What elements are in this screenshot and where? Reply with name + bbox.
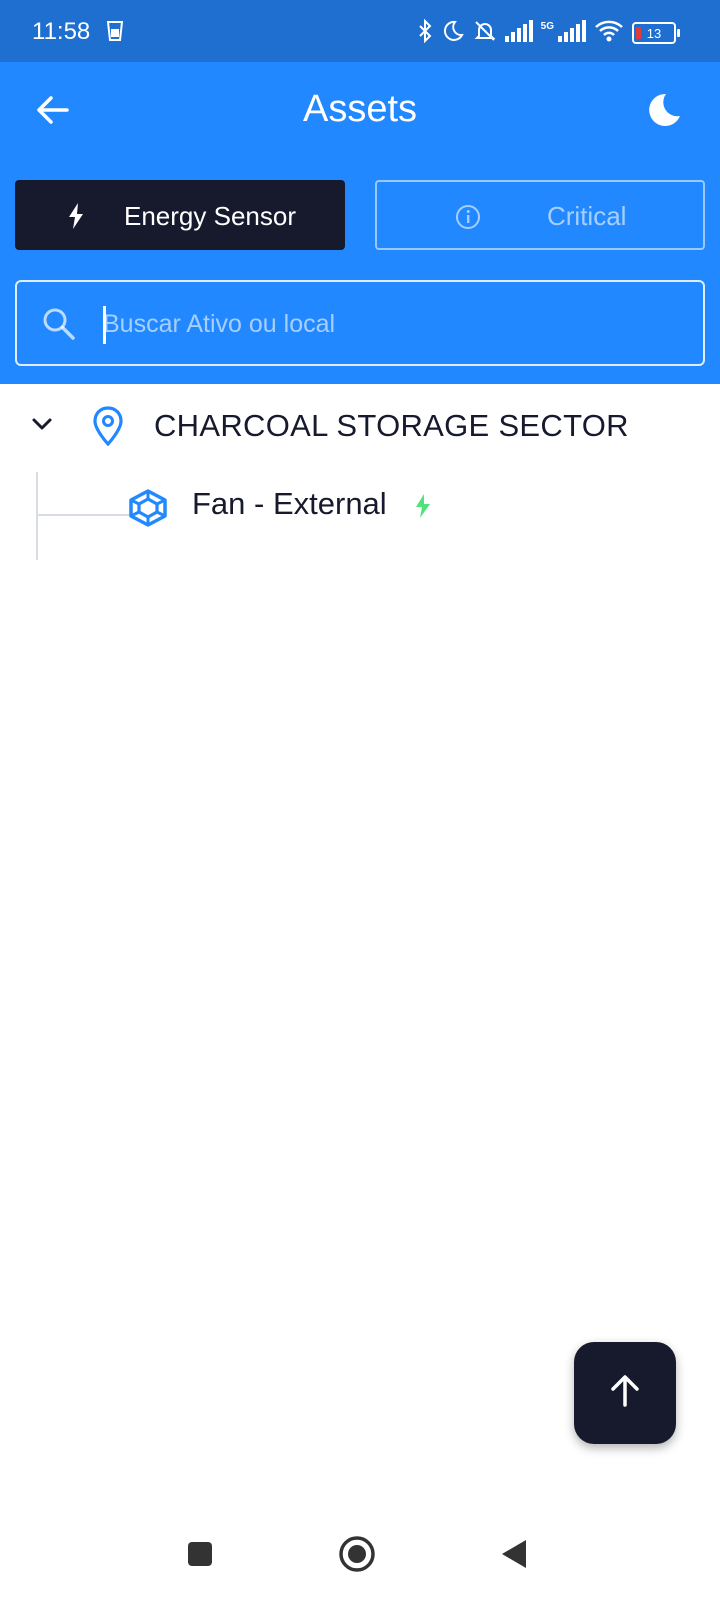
search-icon xyxy=(41,306,77,347)
text-caret xyxy=(103,306,106,344)
battery-level: 13 xyxy=(646,25,662,41)
info-circle-icon xyxy=(455,204,481,237)
tree-connector-horizontal xyxy=(38,514,130,516)
energy-sensor-filter-button[interactable]: Energy Sensor xyxy=(15,180,345,250)
component-icon xyxy=(128,488,168,533)
triangle-back-icon xyxy=(500,1538,528,1575)
search-input[interactable] xyxy=(103,282,683,366)
battery-icon: 13 xyxy=(632,22,680,44)
moon-icon xyxy=(646,92,682,133)
wifi-icon xyxy=(594,19,624,48)
critical-filter-button[interactable]: Critical xyxy=(375,180,705,250)
tree-connector-vertical xyxy=(36,472,38,560)
home-circle-icon xyxy=(338,1535,376,1578)
signal-5g-icon xyxy=(558,19,586,47)
tree-asset-row[interactable]: Fan - External xyxy=(120,474,700,554)
energy-sensor-bolt-icon xyxy=(416,494,430,523)
bell-off-icon xyxy=(473,19,497,48)
bolt-icon xyxy=(68,203,84,236)
chevron-down-icon[interactable] xyxy=(30,412,54,441)
signal-icon xyxy=(504,19,533,47)
status-time: 11:58 xyxy=(32,18,91,45)
location-pin-icon xyxy=(92,406,124,451)
system-nav-bar xyxy=(0,1510,720,1600)
scroll-top-button[interactable] xyxy=(574,1342,676,1444)
critical-filter-label: Critical xyxy=(547,201,627,231)
app-header: Assets Energy Sensor Critical xyxy=(0,62,720,384)
arrow-up-icon xyxy=(607,1373,643,1414)
tree-location-row[interactable]: CHARCOAL STORAGE SECTOR xyxy=(0,384,720,470)
search-box[interactable] xyxy=(15,280,705,366)
network-type-label: 5G xyxy=(540,20,554,32)
energy-sensor-filter-label: Energy Sensor xyxy=(124,201,296,231)
system-back-button[interactable] xyxy=(494,1536,534,1576)
battery-tip xyxy=(677,29,680,37)
theme-toggle-button[interactable] xyxy=(642,90,686,134)
page-title: Assets xyxy=(302,88,418,130)
home-button[interactable] xyxy=(337,1535,377,1578)
location-label: CHARCOAL STORAGE SECTOR xyxy=(154,408,629,443)
trash-icon xyxy=(106,20,124,47)
status-icons: 5G 13 xyxy=(417,18,680,48)
bluetooth-icon xyxy=(417,18,433,48)
moon-icon xyxy=(441,19,465,48)
asset-label: Fan - External xyxy=(192,486,387,521)
recents-button[interactable] xyxy=(180,1536,220,1576)
status-bar: 11:58 5G 13 xyxy=(0,0,720,62)
battery-fill xyxy=(636,27,641,39)
square-icon xyxy=(186,1540,214,1573)
